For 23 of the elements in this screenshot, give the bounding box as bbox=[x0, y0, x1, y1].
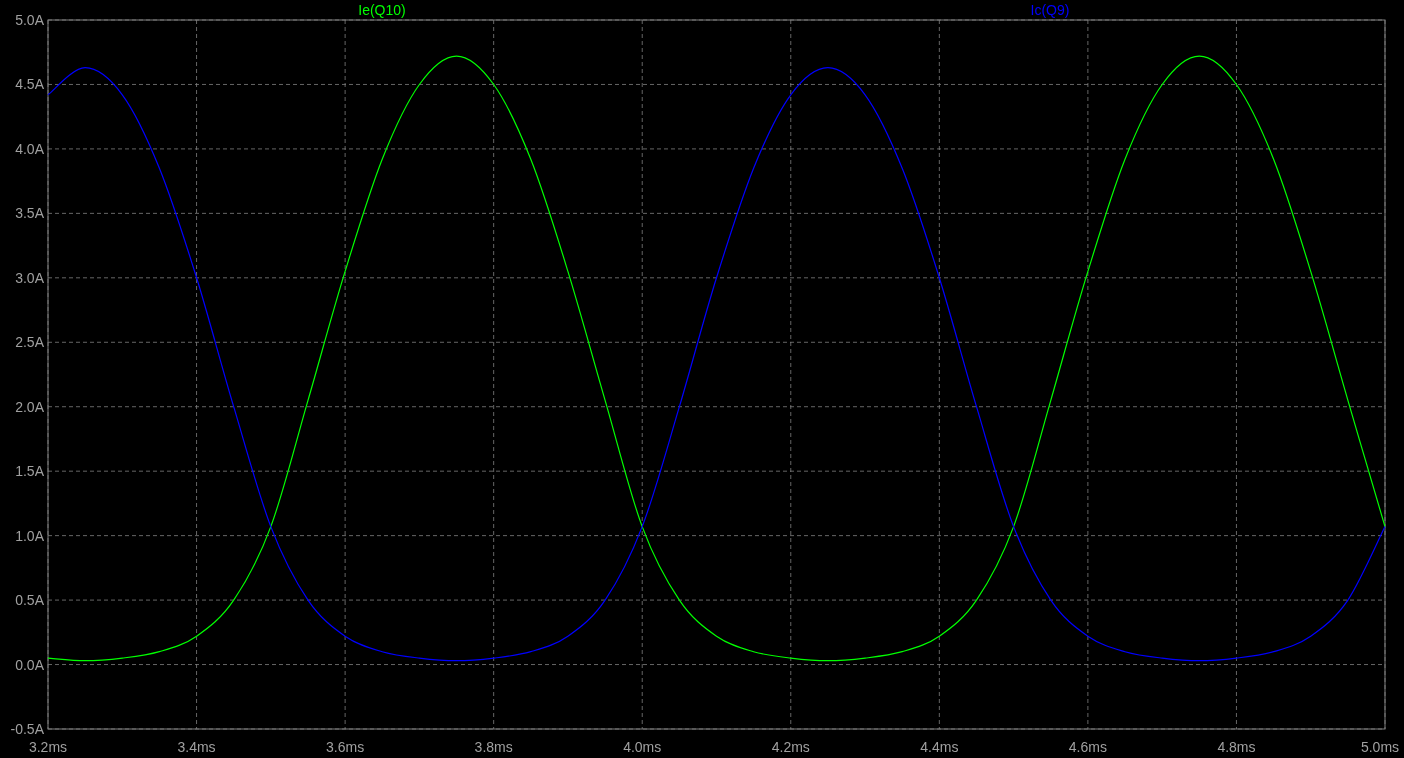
axis-tick-label: 5.0ms bbox=[1360, 739, 1400, 755]
axis-tick-label: 0.0A bbox=[15, 656, 44, 673]
axis-tick-label: 5.0A bbox=[15, 12, 44, 28]
axis-tick-label: 2.0A bbox=[15, 398, 44, 415]
axis-tick-label: 4.0ms bbox=[623, 739, 662, 755]
axis-tick-label: 3.8ms bbox=[474, 739, 513, 755]
axis-tick-label: 4.2ms bbox=[771, 739, 810, 755]
axis-tick-label: 3.0A bbox=[15, 269, 44, 286]
trace-label[interactable]: Ie(Q10) bbox=[358, 2, 406, 18]
axis-tick-label: 2.5A bbox=[15, 334, 44, 351]
axis-tick-label: 4.8ms bbox=[1217, 739, 1256, 755]
axis-tick-label: 1.5A bbox=[15, 463, 44, 480]
axis-tick-label: -0.5A bbox=[10, 721, 44, 737]
axis-tick-label: 4.6ms bbox=[1068, 739, 1107, 755]
axis-tick-label: 1.0A bbox=[15, 527, 44, 544]
axis-tick-label: 4.4ms bbox=[920, 739, 959, 755]
axis-tick-label: 3.4ms bbox=[177, 739, 216, 755]
axis-tick-label: 3.6ms bbox=[326, 739, 365, 755]
axis-tick-label: 4.5A bbox=[15, 76, 44, 93]
axis-tick-label: 0.5A bbox=[15, 592, 44, 609]
axis-tick-label: 3.2ms bbox=[28, 739, 68, 755]
axis-tick-label: 4.0A bbox=[15, 140, 44, 157]
axis-tick-label: 3.5A bbox=[15, 205, 44, 222]
